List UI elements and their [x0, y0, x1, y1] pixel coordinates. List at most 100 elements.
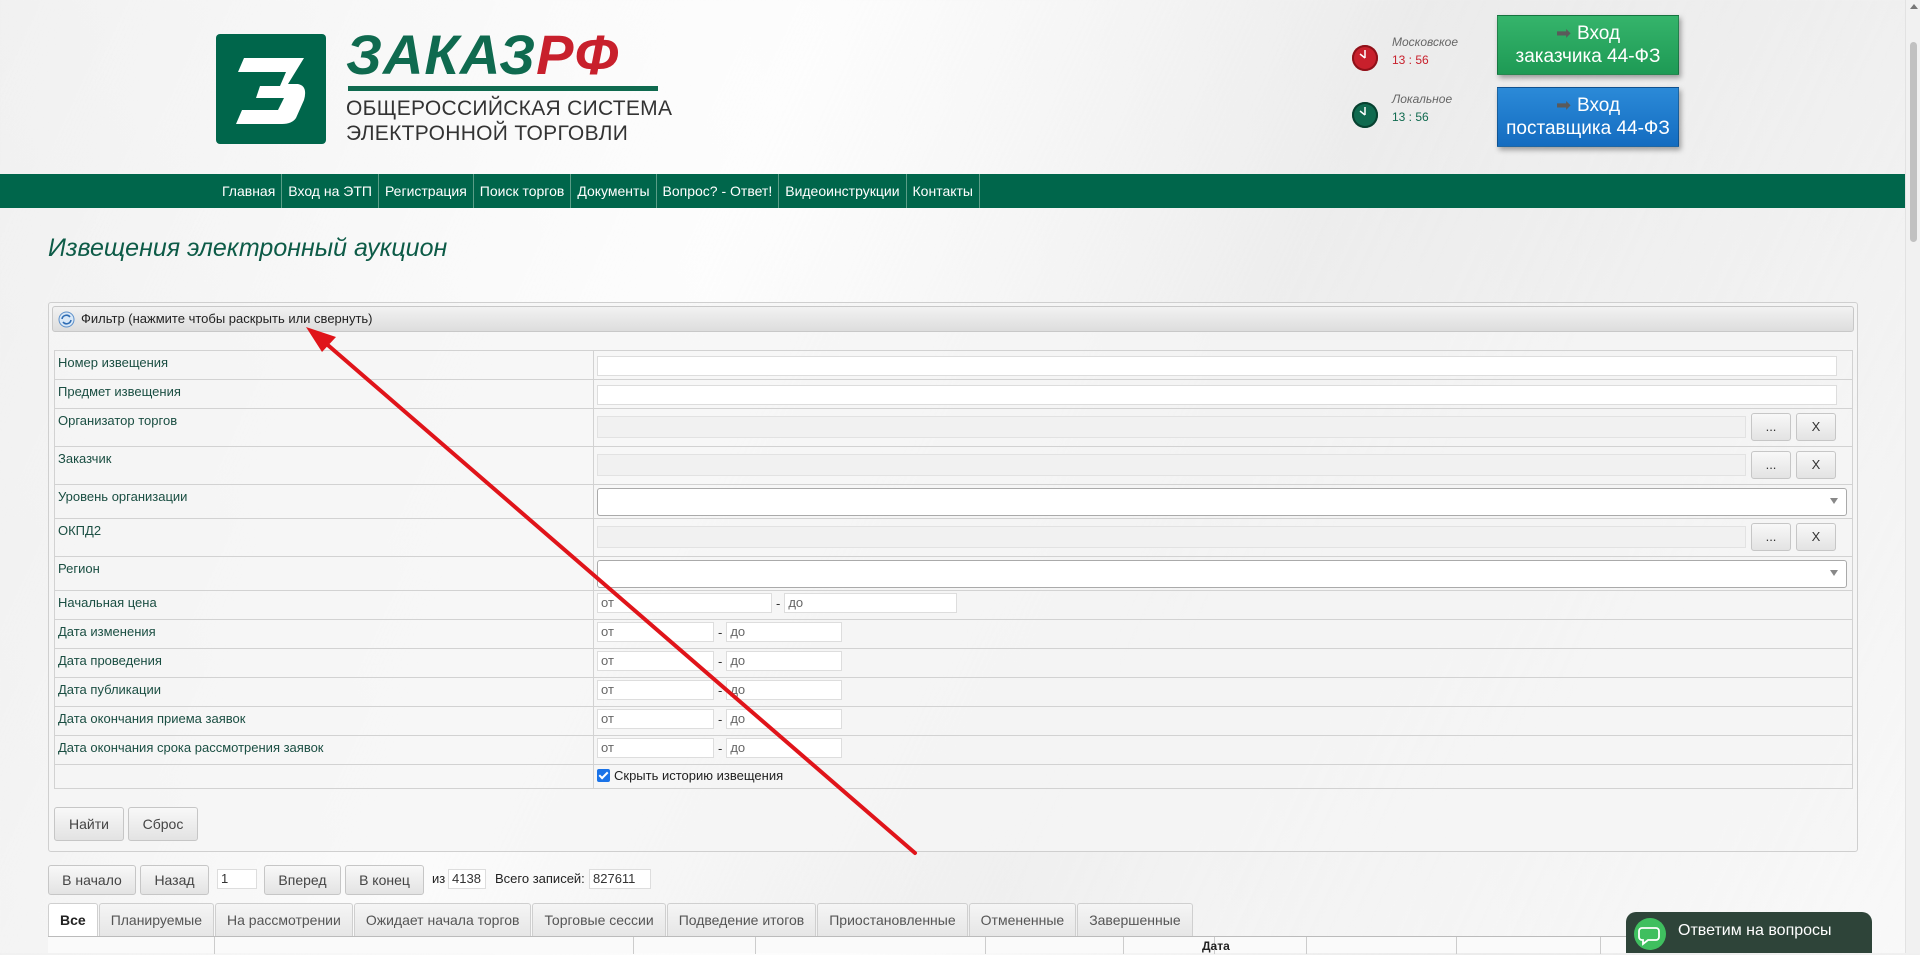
tab-results[interactable]: Подведение итогов: [666, 903, 817, 936]
login-button-label: Вход: [1577, 95, 1621, 116]
clock-label: Московское: [1392, 35, 1459, 49]
customer-clear-button[interactable]: X: [1796, 451, 1836, 479]
filter-row: Организатор торгов ... X: [54, 408, 1853, 447]
notice-subject-input[interactable]: [597, 385, 1837, 405]
filter-control-cell: от - до: [593, 590, 1853, 620]
date-bids-end-from-input[interactable]: от: [597, 709, 714, 729]
grid-column-divider: [633, 937, 634, 954]
filter-control-cell: Скрыть историю извещения: [593, 764, 1853, 789]
brand-underline: [348, 86, 658, 91]
grid-column-divider: [755, 937, 756, 954]
nav-item-documents[interactable]: Документы: [571, 174, 657, 208]
date-published-from-input[interactable]: от: [597, 680, 714, 700]
prev-page-button[interactable]: Назад: [140, 865, 209, 895]
chat-widget-button[interactable]: Ответим на вопросы: [1626, 912, 1872, 953]
filter-toggle[interactable]: Фильтр (нажмите чтобы раскрыть или сверн…: [52, 306, 1854, 332]
login-button-label: поставщика 44-ФЗ: [1506, 118, 1670, 139]
supplier-login-button[interactable]: ➡ Вход поставщика 44-ФЗ: [1497, 87, 1679, 147]
grid-column-divider: [985, 937, 986, 954]
filter-control-cell: [593, 379, 1853, 409]
filter-control-cell: от - до: [593, 648, 1853, 678]
nav-item-search[interactable]: Поиск торгов: [474, 174, 572, 208]
filter-row: Предмет извещения: [54, 379, 1853, 409]
filter-row: ОКПД2 ... X: [54, 518, 1853, 557]
filter-row: Заказчик ... X: [54, 446, 1853, 485]
region-select[interactable]: [597, 560, 1847, 588]
clock-icon: [1352, 102, 1378, 128]
nav-item-contacts[interactable]: Контакты: [907, 174, 980, 208]
customer-login-button[interactable]: ➡ Вход заказчика 44-ФЗ: [1497, 15, 1679, 75]
filter-row: Дата проведения от - до: [54, 648, 1853, 678]
site-header: ЗАКАЗРФ ОБЩЕРОССИЙСКАЯ СИСТЕМА ЭЛЕКТРОНН…: [0, 0, 1905, 174]
tab-under-review[interactable]: На рассмотрении: [215, 903, 353, 936]
organizer-clear-button[interactable]: X: [1796, 413, 1836, 441]
tab-planned[interactable]: Планируемые: [98, 903, 214, 936]
date-bids-end-to-input[interactable]: до: [726, 709, 843, 729]
nav-item-video[interactable]: Видеоинструкции: [779, 174, 907, 208]
start-price-from-input[interactable]: от: [597, 593, 772, 613]
date-changed-from-input[interactable]: от: [597, 622, 714, 642]
organizer-field[interactable]: [597, 416, 1746, 438]
brand-name[interactable]: ЗАКАЗРФ: [346, 26, 672, 84]
page-number-input[interactable]: 1: [217, 869, 257, 889]
logo-emblem[interactable]: [216, 34, 326, 144]
range-dash: -: [718, 740, 723, 756]
hide-history-checkbox[interactable]: [597, 769, 610, 783]
nav-list: Главная Вход на ЭТП Регистрация Поиск то…: [216, 174, 980, 208]
arrow-right-icon: ➡: [1555, 23, 1572, 43]
tab-all[interactable]: Все: [48, 903, 98, 936]
filter-label: Дата изменения: [54, 619, 594, 649]
org-level-select[interactable]: [597, 488, 1847, 516]
grid-column-divider: [1600, 937, 1601, 954]
login-button-label: заказчика 44-ФЗ: [1515, 46, 1661, 67]
filter-row: Дата окончания срока рассмотрения заявок…: [54, 735, 1853, 765]
okpd2-field[interactable]: [597, 526, 1746, 548]
grid-column-divider: [214, 937, 215, 954]
find-button[interactable]: Найти: [54, 807, 124, 841]
total-records-field: 827611: [589, 869, 651, 889]
filter-label: Организатор торгов: [54, 408, 594, 447]
organizer-pick-button[interactable]: ...: [1751, 413, 1791, 441]
date-held-from-input[interactable]: от: [597, 651, 714, 671]
arrow-right-icon: ➡: [1555, 95, 1572, 115]
first-page-button[interactable]: В начало: [48, 865, 136, 895]
okpd2-clear-button[interactable]: X: [1796, 523, 1836, 551]
tab-trading-sessions[interactable]: Торговые сессии: [532, 903, 666, 936]
clock-icon: [1352, 45, 1378, 71]
date-changed-to-input[interactable]: до: [726, 622, 843, 642]
range-dash: -: [718, 653, 723, 669]
notice-number-input[interactable]: [597, 356, 1837, 376]
filter-label: Регион: [54, 556, 594, 591]
nav-item-etp-login[interactable]: Вход на ЭТП: [282, 174, 379, 208]
page-scrollbar[interactable]: [1905, 0, 1920, 953]
tab-completed[interactable]: Завершенные: [1077, 903, 1193, 936]
filter-label: Начальная цена: [54, 590, 594, 620]
brand-block: ЗАКАЗРФ ОБЩЕРОССИЙСКАЯ СИСТЕМА ЭЛЕКТРОНН…: [346, 26, 672, 146]
nav-item-home[interactable]: Главная: [216, 174, 283, 208]
tab-awaiting-start[interactable]: Ожидает начала торгов: [353, 903, 532, 936]
filter-row: Уровень организации: [54, 484, 1853, 519]
filter-row: Номер извещения: [54, 350, 1853, 380]
next-page-button[interactable]: Вперед: [264, 865, 341, 895]
date-review-end-to-input[interactable]: до: [726, 738, 843, 758]
grid-column-title[interactable]: Дата: [1202, 939, 1230, 953]
filter-row: Регион: [54, 556, 1853, 591]
reset-button[interactable]: Сброс: [128, 807, 198, 841]
nav-item-faq[interactable]: Вопрос? - Ответ!: [657, 174, 780, 208]
customer-field[interactable]: [597, 454, 1746, 476]
range-dash: -: [776, 595, 781, 611]
customer-pick-button[interactable]: ...: [1751, 451, 1791, 479]
scroll-up-icon[interactable]: [1910, 4, 1918, 9]
date-published-to-input[interactable]: до: [726, 680, 843, 700]
date-held-to-input[interactable]: до: [726, 651, 843, 671]
date-review-end-from-input[interactable]: от: [597, 738, 714, 758]
filter-control-cell: от - до: [593, 735, 1853, 765]
start-price-to-input[interactable]: до: [784, 593, 958, 613]
main-nav: Главная Вход на ЭТП Регистрация Поиск то…: [0, 174, 1905, 208]
last-page-button[interactable]: В конец: [345, 865, 424, 895]
okpd2-pick-button[interactable]: ...: [1751, 523, 1791, 551]
scroll-thumb[interactable]: [1910, 42, 1917, 242]
tab-suspended[interactable]: Приостановленные: [817, 903, 968, 936]
tab-cancelled[interactable]: Отмененные: [968, 903, 1077, 936]
nav-item-registration[interactable]: Регистрация: [379, 174, 474, 208]
